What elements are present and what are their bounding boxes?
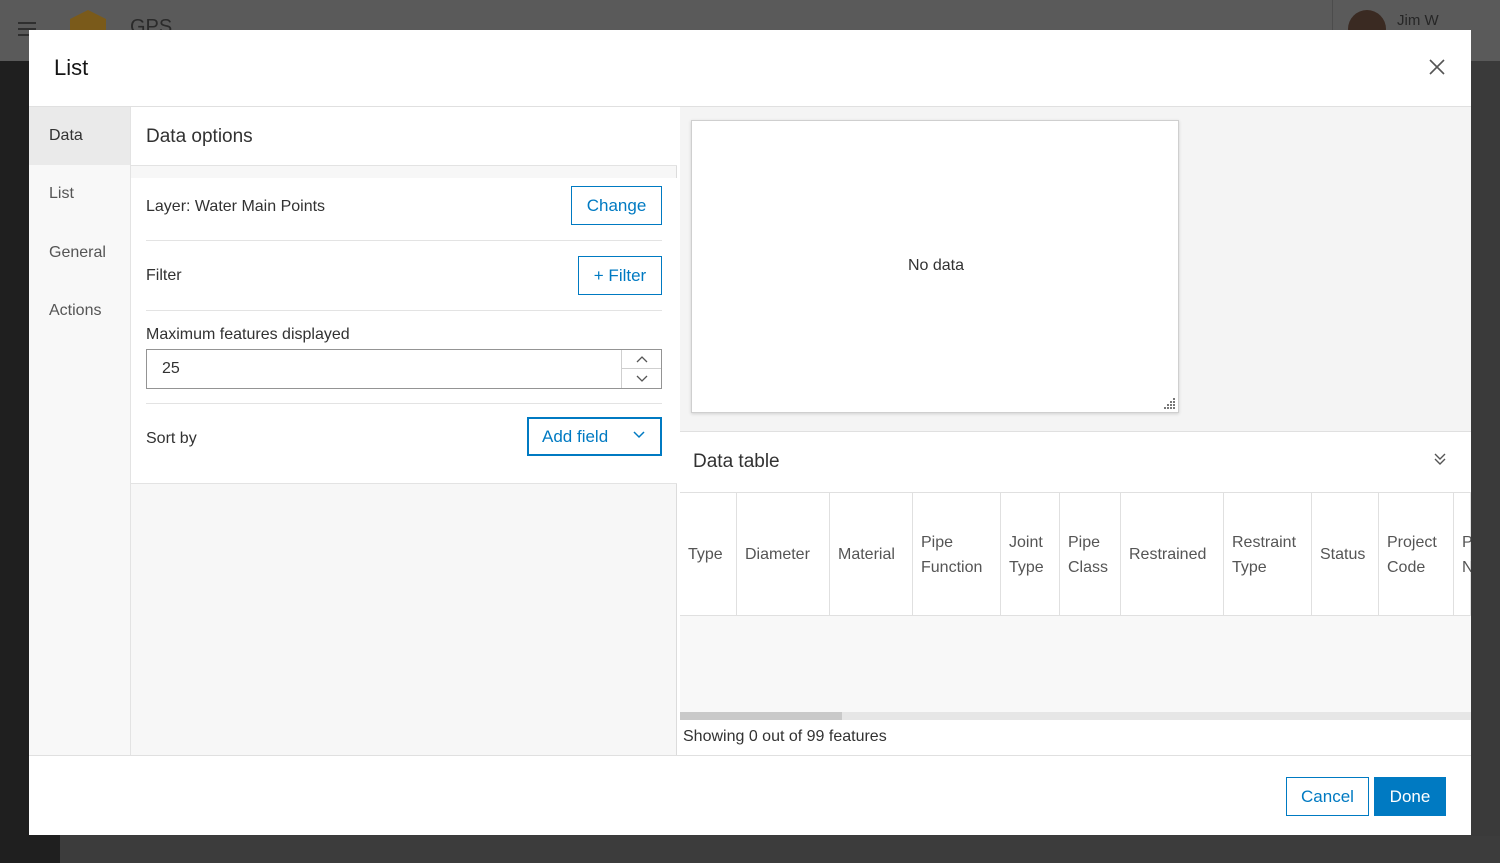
sort-field-label: Add field xyxy=(542,427,609,446)
data-table-grid: Type Diameter Material Pipe Function Joint T… xyxy=(680,493,1471,712)
done-button[interactable]: Done xyxy=(1374,777,1446,816)
list-dialog: List Data List General Actions Data opti… xyxy=(29,30,1471,835)
feature-count-text: Showing 0 out of 99 features xyxy=(683,728,887,745)
dialog-header: List xyxy=(29,30,1471,107)
table-column-header[interactable]: Status xyxy=(1312,493,1379,616)
no-data-text: No data xyxy=(907,257,965,274)
dialog-title: List xyxy=(54,55,89,80)
table-column-header[interactable]: Restrained xyxy=(1121,493,1224,616)
list-widget-preview: No data xyxy=(691,120,1179,413)
table-column-header[interactable]: Pipe Class xyxy=(1060,493,1121,616)
nav-item-data[interactable]: Data xyxy=(29,107,130,165)
close-icon xyxy=(1429,59,1445,75)
resize-grip-icon[interactable] xyxy=(1162,396,1176,410)
max-features-value: 25 xyxy=(162,360,180,377)
data-options-form: Layer: Water Main Points Change Filter +… xyxy=(131,178,677,484)
sort-field-dropdown[interactable]: Add field xyxy=(527,417,662,456)
max-features-label: Maximum features displayed xyxy=(146,326,350,343)
add-filter-button[interactable]: + Filter xyxy=(578,256,662,295)
stepper-up-button[interactable] xyxy=(622,350,661,369)
layer-label: Layer: Water Main Points xyxy=(146,198,326,215)
horizontal-scrollbar[interactable] xyxy=(680,712,1471,720)
table-column-header[interactable]: Restraint Type xyxy=(1224,493,1312,616)
settings-nav: Data List General Actions xyxy=(29,107,131,755)
table-column-header[interactable]: Joint Type xyxy=(1001,493,1060,616)
data-table-panel: Data table Type Diameter Material Pipe Func… xyxy=(680,431,1471,755)
table-column-header[interactable]: Material xyxy=(830,493,913,616)
chevron-down-icon xyxy=(633,431,645,439)
table-header-row: Type Diameter Material Pipe Function Joint T… xyxy=(680,493,1471,616)
chevron-down-icon xyxy=(636,375,647,382)
data-options-panel: Data options Layer: Water Main Points Ch… xyxy=(131,107,677,755)
data-table-title: Data table xyxy=(693,451,780,472)
filter-label: Filter xyxy=(146,267,182,284)
table-column-header[interactable]: Pipe Function xyxy=(913,493,1001,616)
table-column-header[interactable]: Type xyxy=(680,493,737,616)
stepper-down-button[interactable] xyxy=(622,369,661,388)
change-layer-button[interactable]: Change xyxy=(571,186,662,225)
table-column-header[interactable]: P N xyxy=(1454,493,1471,616)
max-features-row: Maximum features displayed 25 xyxy=(146,311,662,404)
dialog-footer: Cancel Done xyxy=(29,755,1471,835)
max-features-input[interactable]: 25 xyxy=(146,349,662,389)
layer-row: Layer: Water Main Points Change xyxy=(146,178,662,241)
sort-label: Sort by xyxy=(146,430,197,447)
chevron-up-icon xyxy=(636,356,647,363)
user-name: Jim W xyxy=(1397,12,1439,29)
filter-row: Filter + Filter xyxy=(146,241,662,311)
app-footer xyxy=(60,836,1500,863)
quantity-stepper xyxy=(621,350,661,388)
table-column-header[interactable]: Diameter xyxy=(737,493,830,616)
chevron-double-down-icon xyxy=(1434,453,1446,465)
nav-item-actions[interactable]: Actions xyxy=(29,282,130,340)
cancel-button[interactable]: Cancel xyxy=(1286,777,1369,816)
data-table-header: Data table xyxy=(680,432,1471,493)
collapse-table-button[interactable] xyxy=(1433,451,1453,471)
nav-item-general[interactable]: General xyxy=(29,224,130,282)
nav-item-list[interactable]: List xyxy=(29,165,130,223)
table-column-header[interactable]: Project Code xyxy=(1379,493,1454,616)
data-options-title: Data options xyxy=(146,126,253,147)
scrollbar-thumb[interactable] xyxy=(680,712,842,720)
preview-panel: No data Data table Type Diameter Materia… xyxy=(680,107,1471,755)
sort-row: Sort by Add field xyxy=(146,404,662,484)
dialog-body: Data List General Actions Data options L… xyxy=(29,107,1471,755)
data-options-header: Data options xyxy=(131,107,677,166)
close-button[interactable] xyxy=(1422,55,1452,81)
